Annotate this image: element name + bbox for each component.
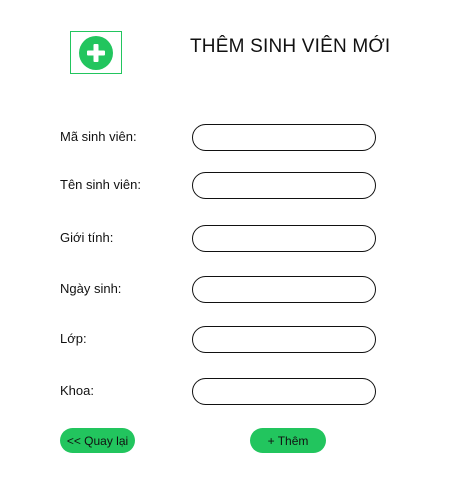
form-row-class: Lớp: bbox=[0, 326, 470, 354]
student-id-input[interactable] bbox=[192, 124, 376, 151]
page-title: THÊM SINH VIÊN MỚI bbox=[190, 36, 391, 57]
form-row-student-id: Mã sinh viên: bbox=[0, 124, 470, 152]
plus-circle-icon bbox=[79, 35, 113, 70]
birth-date-input[interactable] bbox=[192, 276, 376, 303]
add-student-button[interactable]: + Thêm bbox=[250, 428, 326, 453]
student-name-input[interactable] bbox=[192, 172, 376, 199]
class-input[interactable] bbox=[192, 326, 376, 353]
gender-input[interactable] bbox=[192, 225, 376, 252]
form-row-gender: Giới tính: bbox=[0, 225, 470, 253]
student-id-label: Mã sinh viên: bbox=[60, 129, 137, 144]
form-row-student-name: Tên sinh viên: bbox=[0, 172, 470, 200]
faculty-input[interactable] bbox=[192, 378, 376, 405]
faculty-label: Khoa: bbox=[60, 383, 94, 398]
class-label: Lớp: bbox=[60, 331, 87, 346]
add-icon-frame bbox=[70, 31, 122, 74]
form-row-faculty: Khoa: bbox=[0, 378, 470, 406]
back-button[interactable]: << Quay lại bbox=[60, 428, 135, 453]
gender-label: Giới tính: bbox=[60, 230, 114, 245]
birth-date-label: Ngày sinh: bbox=[60, 281, 122, 296]
form-row-birth-date: Ngày sinh: bbox=[0, 276, 470, 304]
student-name-label: Tên sinh viên: bbox=[60, 177, 141, 192]
